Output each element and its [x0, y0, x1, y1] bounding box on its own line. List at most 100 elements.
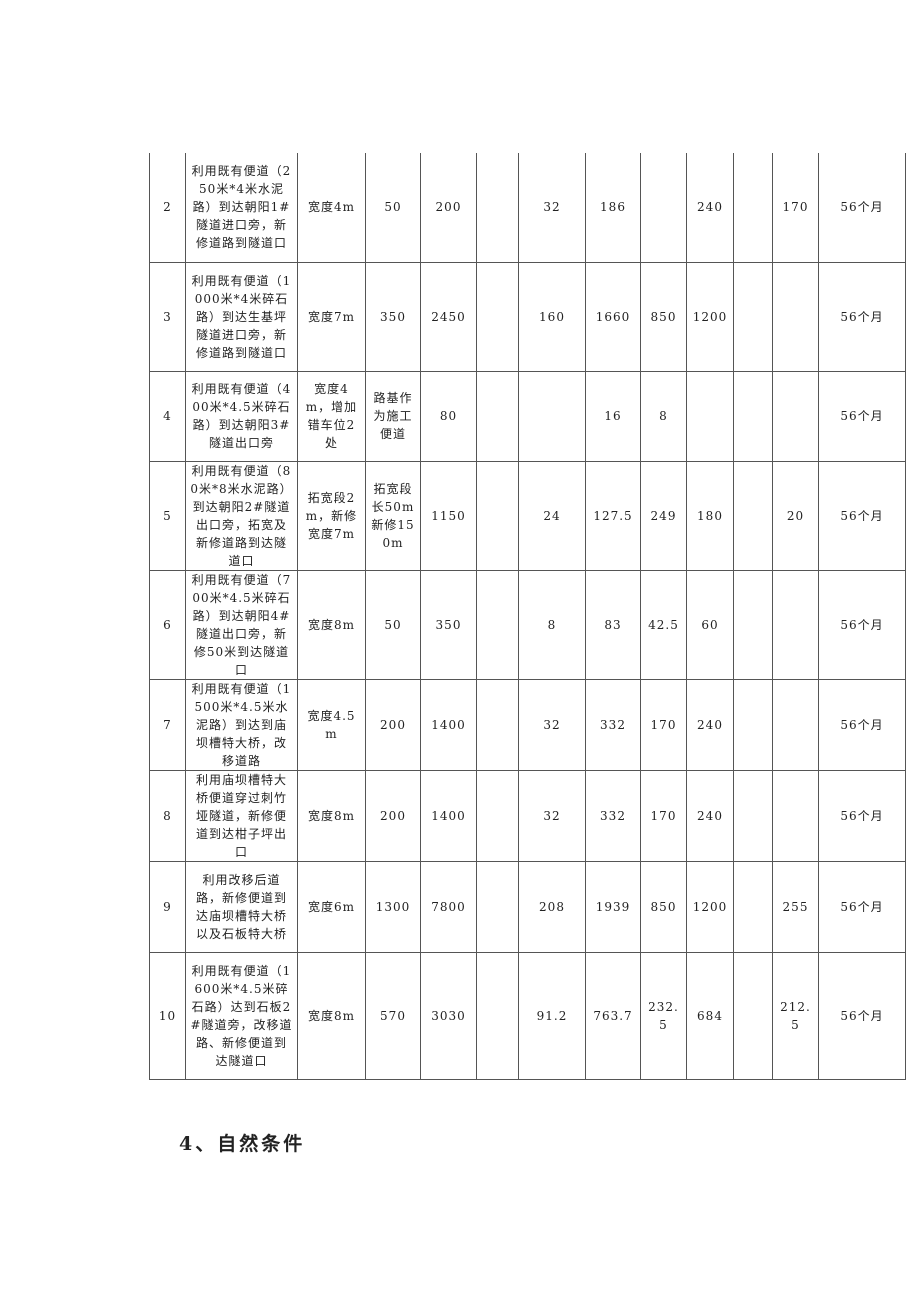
cell-col-9: [686, 370, 734, 462]
cell-area: 1400: [420, 769, 477, 862]
table-row: 2 利用既有便道（250米*4米水泥路）到达朝阳1#隧道进口旁，新修道路到隧道口宽…: [149, 153, 906, 263]
cell-col-7: 83: [585, 569, 641, 680]
cell-road-description: 利用既有便道（1500米*4.5米水泥路）到达到庙坝槽特大桥，改移道路: [185, 678, 298, 771]
cell-col-9: 60: [686, 569, 734, 680]
cell-col-7: 1660: [585, 261, 641, 372]
table-row: 8 利用庙坝槽特大桥便道穿过刺竹垭隧道，新修便道到达柑子坪出口 宽度8m 200 140…: [149, 769, 906, 862]
cell-area: 80: [420, 370, 477, 462]
cell-length: 拓宽段长50m新修150m: [365, 460, 421, 571]
cell-col-8: 249: [640, 460, 687, 571]
cell-col-7: 763.7: [585, 951, 641, 1080]
cell-road-width: 宽度8m: [297, 769, 366, 862]
cell-col-5: [476, 951, 519, 1080]
cell-area: 200: [420, 153, 477, 263]
cell-col-8: 170: [640, 678, 687, 771]
cell-col-10: [733, 261, 773, 372]
cell-col-11: [772, 769, 819, 862]
cell-col-11: 255: [772, 860, 819, 953]
cell-col-7: 186: [585, 153, 641, 263]
cell-col-6: 32: [518, 153, 586, 263]
cell-col-8: 42.5: [640, 569, 687, 680]
cell-col-7: 127.5: [585, 460, 641, 571]
cell-col-10: [733, 769, 773, 862]
cell-col-5: [476, 860, 519, 953]
cell-col-9: 1200: [686, 860, 734, 953]
cell-col-10: [733, 860, 773, 953]
cell-col-5: [476, 153, 519, 263]
cell-row-number: 3: [149, 261, 186, 372]
cell-area: 1400: [420, 678, 477, 771]
cell-row-number: 6: [149, 569, 186, 680]
cell-col-6: 208: [518, 860, 586, 953]
cell-col-10: [733, 678, 773, 771]
cell-col-6: 160: [518, 261, 586, 372]
cell-col-11: [772, 569, 819, 680]
cell-length: 200: [365, 769, 421, 862]
cell-road-width: 拓宽段2m，新修宽度7m: [297, 460, 366, 571]
cell-duration: 56个月: [818, 951, 906, 1080]
cell-col-6: 24: [518, 460, 586, 571]
cell-length: 50: [365, 153, 421, 263]
cell-road-width: 宽度8m: [297, 951, 366, 1080]
cell-road-description: 利用既有便道（1000米*4米碎石路）到达生基坪隧道进口旁，新修道路到隧道口: [185, 261, 298, 372]
cell-road-width: 宽度6m: [297, 860, 366, 953]
cell-road-description: 利用既有便道（1600米*4.5米碎石路）达到石板2#隧道旁，改移道路、新修便道…: [185, 951, 298, 1080]
cell-length: 路基作为施工便道: [365, 370, 421, 462]
cell-length: 200: [365, 678, 421, 771]
cell-area: 3030: [420, 951, 477, 1080]
cell-col-11: 20: [772, 460, 819, 571]
cell-col-6: [518, 370, 586, 462]
cell-duration: 56个月: [818, 769, 906, 862]
cell-col-10: [733, 153, 773, 263]
cell-row-number: 5: [149, 460, 186, 571]
cell-col-11: 170: [772, 153, 819, 263]
cell-col-9: 684: [686, 951, 734, 1080]
cell-col-11: [772, 678, 819, 771]
cell-col-7: 332: [585, 769, 641, 862]
cell-area: 7800: [420, 860, 477, 953]
cell-col-6: 91.2: [518, 951, 586, 1080]
cell-road-description: 利用改移后道路，新修便道到达庙坝槽特大桥以及石板特大桥: [185, 860, 298, 953]
cell-duration: 56个月: [818, 153, 906, 263]
section-heading: 4、自然条件: [179, 1133, 306, 1155]
cell-col-7: 16: [585, 370, 641, 462]
cell-col-8: 850: [640, 860, 687, 953]
cell-road-description: 利用既有便道（250米*4米水泥路）到达朝阳1#隧道进口旁，新修道路到隧道口: [185, 153, 298, 263]
cell-col-5: [476, 370, 519, 462]
cell-length: 350: [365, 261, 421, 372]
access-road-table: 2 利用既有便道（250米*4米水泥路）到达朝阳1#隧道进口旁，新修道路到隧道口宽…: [149, 153, 906, 1080]
table-row: 7 利用既有便道（1500米*4.5米水泥路）到达到庙坝槽特大桥，改移道路 宽度4.…: [149, 678, 906, 771]
cell-col-5: [476, 460, 519, 571]
cell-col-9: 240: [686, 678, 734, 771]
cell-col-7: 1939: [585, 860, 641, 953]
cell-duration: 56个月: [818, 569, 906, 680]
cell-col-9: 180: [686, 460, 734, 571]
cell-area: 1150: [420, 460, 477, 571]
cell-col-8: 8: [640, 370, 687, 462]
cell-row-number: 4: [149, 370, 186, 462]
table-row: 6 利用既有便道（700米*4.5米碎石路）到达朝阳4#隧道出口旁，新修50米到达…: [149, 569, 906, 680]
cell-col-8: 850: [640, 261, 687, 372]
cell-duration: 56个月: [818, 370, 906, 462]
cell-col-8: 170: [640, 769, 687, 862]
cell-col-11: [772, 261, 819, 372]
cell-road-width: 宽度8m: [297, 569, 366, 680]
table-row: 4 利用既有便道（400米*4.5米碎石路）到达朝阳3#隧道出口旁 宽度4m，增加错…: [149, 370, 906, 462]
cell-area: 350: [420, 569, 477, 680]
cell-col-7: 332: [585, 678, 641, 771]
cell-row-number: 8: [149, 769, 186, 862]
cell-road-width: 宽度4m: [297, 153, 366, 263]
table-row: 5 利用既有便道（80米*8米水泥路）到达朝阳2#隧道出口旁，拓宽及新修道路到达隧…: [149, 460, 906, 571]
cell-col-6: 8: [518, 569, 586, 680]
cell-col-10: [733, 951, 773, 1080]
cell-road-description: 利用庙坝槽特大桥便道穿过刺竹垭隧道，新修便道到达柑子坪出口: [185, 769, 298, 862]
cell-road-description: 利用既有便道（400米*4.5米碎石路）到达朝阳3#隧道出口旁: [185, 370, 298, 462]
cell-col-6: 32: [518, 769, 586, 862]
cell-col-9: 240: [686, 153, 734, 263]
cell-length: 1300: [365, 860, 421, 953]
cell-area: 2450: [420, 261, 477, 372]
cell-duration: 56个月: [818, 460, 906, 571]
cell-row-number: 2: [149, 153, 186, 263]
cell-road-description: 利用既有便道（700米*4.5米碎石路）到达朝阳4#隧道出口旁，新修50米到达隧…: [185, 569, 298, 680]
cell-duration: 56个月: [818, 860, 906, 953]
